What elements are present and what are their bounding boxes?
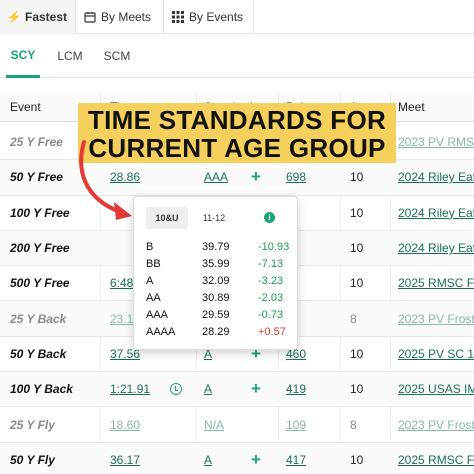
event-name: 25 Y Free xyxy=(10,135,63,150)
time-link[interactable]: 1:21.91 xyxy=(110,372,150,406)
popover-tab-10u[interactable]: 10&U xyxy=(146,207,188,229)
standard-diff: -0.73 xyxy=(258,309,284,321)
standard-time: 30.89 xyxy=(202,292,230,304)
banner-line-1: TIME STANDARDS FOR xyxy=(87,105,387,135)
meet-link[interactable]: 2025 PV SC 14 a xyxy=(398,337,474,371)
standard-time: 28.29 xyxy=(202,326,230,338)
meet-link[interactable]: 2023 PV Frosty xyxy=(398,407,474,441)
standard-row: BB 35.99 -7.13 xyxy=(146,258,291,274)
age-value: 10 xyxy=(350,382,364,397)
event-name: 100 Y Free xyxy=(10,205,70,220)
top-tab-bar: ⚡ Fastest By Meets By Events xyxy=(0,0,474,34)
red-arrow-icon xyxy=(79,140,132,220)
tab-scy[interactable]: SCY xyxy=(6,34,40,78)
meet-link[interactable]: 2025 RMSC Frost xyxy=(398,266,474,300)
meet-link[interactable]: 2024 Riley Eato xyxy=(398,160,474,194)
tab-scm[interactable]: SCM xyxy=(102,34,132,78)
standard-label: AAAA xyxy=(146,326,176,338)
tab-lcm[interactable]: LCM xyxy=(56,34,84,78)
meet-link[interactable]: 2025 USAS IMX xyxy=(398,372,474,406)
standard-row: AAA 29.59 -0.73 xyxy=(146,309,291,325)
meet-link[interactable]: 2023 PV Frosty xyxy=(398,302,474,336)
age-value: 10 xyxy=(350,452,364,467)
bolt-icon: ⚡ xyxy=(6,10,22,24)
standard-diff: -10.93 xyxy=(258,241,290,253)
age-value: 10 xyxy=(350,276,364,291)
course-tab-bar: SCY LCM SCM xyxy=(0,34,474,78)
event-name: 25 Y Back xyxy=(10,311,67,326)
meet-link[interactable]: 2024 Riley Eato xyxy=(398,231,474,265)
age-value: 10 xyxy=(350,346,364,361)
clock-icon[interactable] xyxy=(170,372,182,406)
standard-link[interactable]: N/A xyxy=(204,407,224,441)
clock-icon-glyph xyxy=(170,383,182,396)
standard-label: AAA xyxy=(146,309,169,321)
points-link[interactable]: 109 xyxy=(286,407,306,441)
standard-row: A 32.09 -3.23 xyxy=(146,275,291,291)
tab-by-events[interactable]: By Events xyxy=(164,0,254,34)
tab-by-events-label: By Events xyxy=(189,10,244,24)
age-value: 10 xyxy=(350,241,364,256)
standard-label: A xyxy=(146,275,154,287)
standard-label: AA xyxy=(146,292,161,304)
time-link[interactable]: 23.1 xyxy=(110,302,133,336)
standard-time: 35.99 xyxy=(202,258,230,270)
standard-diff: -2.03 xyxy=(258,292,284,304)
age-value: 10 xyxy=(350,170,364,185)
plus-icon[interactable]: + xyxy=(251,372,261,406)
grid-icon xyxy=(172,11,184,23)
age-value: 8 xyxy=(350,417,357,432)
standard-row: AA 30.89 -2.03 xyxy=(146,292,291,308)
age-value: 8 xyxy=(350,311,357,326)
info-icon[interactable]: i xyxy=(264,212,275,223)
plus-icon[interactable]: + xyxy=(251,443,261,474)
standard-label: BB xyxy=(146,258,161,270)
calendar-icon xyxy=(84,11,96,23)
standard-diff: -7.13 xyxy=(258,258,284,270)
event-name: 100 Y Back xyxy=(10,382,73,397)
meet-link[interactable]: 2023 PV RMSC xyxy=(398,125,474,159)
standard-time: 32.09 xyxy=(202,275,230,287)
standard-row: AAAA 28.29 +0.57 xyxy=(146,326,291,342)
standards-popover: 10&U 11-12 i B 39.79 -10.93 BB 35.99 -7.13 A 32… xyxy=(133,196,298,350)
standard-time: 29.59 xyxy=(202,309,230,321)
tab-fastest[interactable]: ⚡ Fastest xyxy=(0,0,76,34)
header-meet[interactable]: Meet xyxy=(398,92,425,122)
points-link[interactable]: 419 xyxy=(286,372,306,406)
event-name: 500 Y Free xyxy=(10,276,70,291)
meet-link[interactable]: 2024 Riley Eato xyxy=(398,196,474,230)
event-name: 50 Y Fly xyxy=(10,452,55,467)
plus-icon[interactable]: + xyxy=(251,160,261,194)
time-link[interactable]: 36.17 xyxy=(110,443,140,474)
table-row[interactable]: 50 Y Fly 36.17 A 417 10 2025 RMSC Frost + xyxy=(0,442,474,474)
table-row[interactable]: 25 Y Fly 18.60 N/A 109 8 2023 PV Frosty xyxy=(0,407,474,443)
tab-by-meets[interactable]: By Meets xyxy=(76,0,164,34)
standard-row: B 39.79 -10.93 xyxy=(146,241,291,257)
time-link[interactable]: 18.60 xyxy=(110,407,140,441)
points-link[interactable]: 417 xyxy=(286,443,306,474)
standard-link[interactable]: A xyxy=(204,372,212,406)
tab-by-meets-label: By Meets xyxy=(101,10,152,24)
event-name: 50 Y Free xyxy=(10,170,63,185)
points-link[interactable]: 698 xyxy=(286,160,306,194)
standard-diff: +0.57 xyxy=(258,326,286,338)
age-value: 10 xyxy=(350,205,364,220)
event-name: 200 Y Free xyxy=(10,241,70,256)
event-name: 50 Y Back xyxy=(10,346,67,361)
standard-diff: -3.23 xyxy=(258,275,284,287)
standard-time: 39.79 xyxy=(202,241,230,253)
meet-link[interactable]: 2025 RMSC Frost xyxy=(398,443,474,474)
standard-link[interactable]: AAA xyxy=(204,160,228,194)
popover-tab-11-12[interactable]: 11-12 xyxy=(198,207,230,229)
header-event[interactable]: Event xyxy=(10,92,41,122)
standard-link[interactable]: A xyxy=(204,443,212,474)
table-row[interactable]: 100 Y Back 1:21.91 A 419 10 2025 USAS IMX + xyxy=(0,372,474,408)
tab-fastest-label: Fastest xyxy=(25,10,68,24)
standard-label: B xyxy=(146,241,154,253)
event-name: 25 Y Fly xyxy=(10,417,55,432)
